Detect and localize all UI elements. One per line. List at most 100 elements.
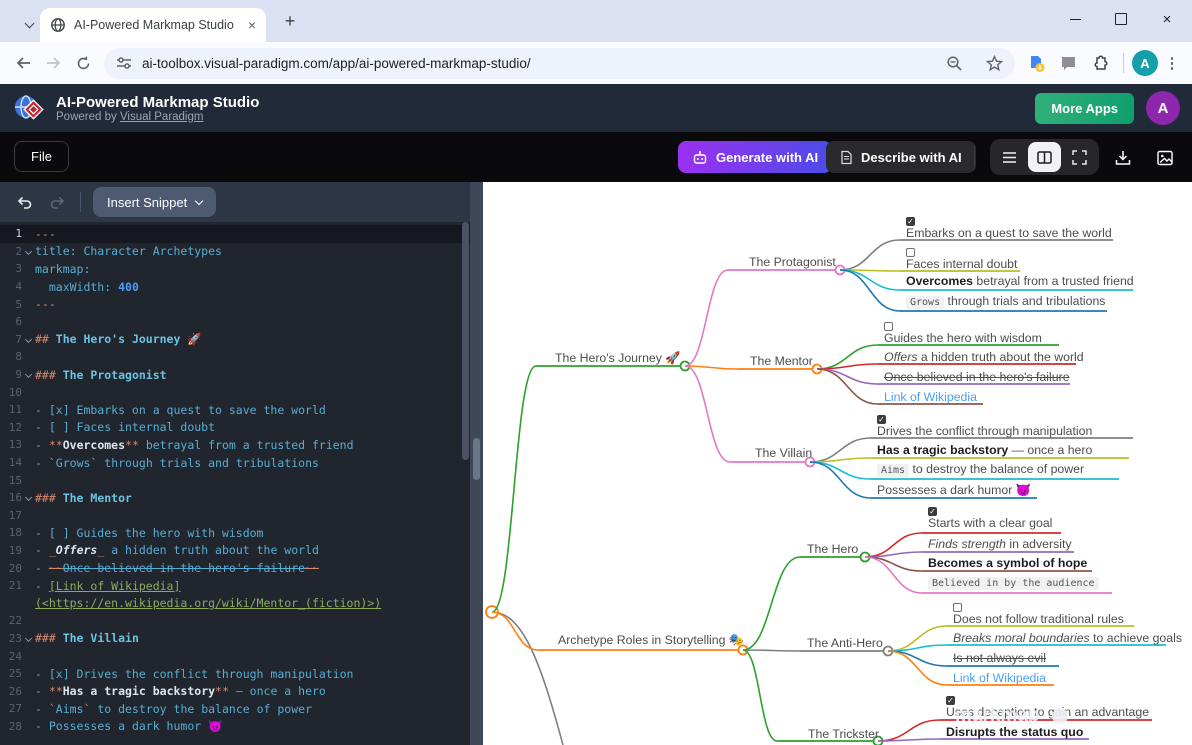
export-image-icon[interactable] [1152, 145, 1178, 171]
editor-line[interactable]: 24 [0, 647, 470, 665]
mindmap-leaf[interactable]: Does not follow traditional rules [953, 612, 1124, 626]
browser-tab[interactable]: AI-Powered Markmap Studio × [40, 8, 266, 42]
browser-menu-icon[interactable]: ⋮ [1160, 54, 1184, 72]
fold-chevron-icon[interactable] [25, 371, 32, 378]
mindmap-leaf[interactable]: Believed in by the audience [928, 575, 1099, 591]
mindmap-leaf[interactable]: Becomes a symbol of hope [928, 556, 1087, 570]
window-close-button[interactable]: × [1144, 0, 1190, 38]
mindmap-leaf[interactable]: Disrupts the status quo [946, 725, 1083, 739]
new-tab-button[interactable]: + [278, 9, 302, 33]
mindmap-canvas[interactable]: The Hero's Journey 🚀 Archetype Roles in S… [483, 182, 1192, 745]
editor-line[interactable]: 19- _Offers_ a hidden truth about the wo… [0, 542, 470, 560]
editor-line[interactable]: 21- [Link of Wikipedia] [0, 577, 470, 595]
mindmap-node-villain[interactable]: The Villain [755, 446, 812, 460]
mindmap-leaf[interactable]: Starts with a clear goal [928, 516, 1052, 530]
fold-chevron-icon[interactable] [25, 635, 32, 642]
back-button[interactable] [8, 48, 38, 78]
mindmap-leaf[interactable]: Offers a hidden truth about the world [884, 350, 1084, 364]
bookmark-star-icon[interactable] [979, 48, 1009, 78]
window-maximize-button[interactable] [1098, 0, 1144, 38]
editor-line[interactable]: 1--- [0, 225, 470, 243]
mindmap-leaf[interactable]: Once believed in the hero's failure [884, 370, 1070, 384]
reload-button[interactable] [68, 48, 98, 78]
mindmap-node-hero[interactable]: The Hero [807, 542, 858, 556]
account-avatar[interactable]: A [1146, 91, 1180, 125]
pane-divider-handle[interactable] [473, 438, 480, 480]
mindmap-node-protagonist[interactable]: The Protagonist [749, 255, 836, 269]
fold-chevron-icon[interactable] [25, 494, 32, 501]
visual-paradigm-link[interactable]: Visual Paradigm [120, 111, 204, 123]
profile-avatar[interactable]: A [1132, 50, 1158, 76]
zoom-icon[interactable] [939, 48, 969, 78]
window-minimize-button[interactable] [1052, 0, 1098, 38]
mindmap-leaf[interactable]: Drives the conflict through manipulation [877, 424, 1092, 438]
site-settings-icon[interactable] [116, 56, 132, 70]
editor-line[interactable]: 23### The Villain [0, 630, 470, 648]
fold-chevron-icon[interactable] [25, 336, 32, 343]
describe-with-ai-button[interactable]: Describe with AI [826, 141, 976, 173]
editor-line[interactable]: 5--- [0, 295, 470, 313]
mindmap-leaf[interactable]: Possesses a dark humor 😈 [877, 483, 1031, 497]
more-apps-button[interactable]: More Apps [1035, 93, 1134, 124]
mindmap-leaf[interactable]: Breaks moral boundaries to achieve goals [953, 631, 1182, 645]
mindmap-leaf[interactable]: Overcomes betrayal from a trusted friend [906, 274, 1134, 288]
mindmap-leaf[interactable]: Is not always evil [953, 651, 1046, 665]
url-bar[interactable]: ai-toolbox.visual-paradigm.com/app/ai-po… [104, 48, 1015, 79]
tab-search-button[interactable] [16, 13, 42, 33]
mindmap-node-trickster[interactable]: The Trickster [808, 727, 879, 741]
editor-view-icon[interactable] [993, 142, 1026, 172]
editor-line[interactable]: 20- ~~Once believed in the hero's failur… [0, 559, 470, 577]
insert-snippet-button[interactable]: Insert Snippet [93, 187, 216, 217]
editor-line[interactable]: 8 [0, 348, 470, 366]
mindmap-leaf[interactable]: Aims to destroy the balance of power [877, 462, 1084, 478]
editor-line[interactable]: 12- [ ] Faces internal doubt [0, 419, 470, 437]
mindmap-node-anti-hero[interactable]: The Anti-Hero [807, 636, 883, 650]
mindmap-leaf[interactable]: Embarks on a quest to save the world [906, 226, 1112, 240]
editor-line[interactable]: 27- `Aims` to destroy the balance of pow… [0, 700, 470, 718]
split-view-icon[interactable] [1028, 142, 1061, 172]
mindmap-leaf[interactable]: Guides the hero with wisdom [884, 331, 1042, 345]
mindmap-node-mentor[interactable]: The Mentor [750, 354, 813, 368]
editor-line[interactable]: 18- [ ] Guides the hero with wisdom [0, 524, 470, 542]
editor-line[interactable]: 15 [0, 471, 470, 489]
tab-close-icon[interactable]: × [248, 18, 256, 32]
mindmap-node-archetype-roles[interactable]: Archetype Roles in Storytelling 🎭 [558, 633, 744, 647]
editor-line[interactable]: 7## The Hero's Journey 🚀 [0, 331, 470, 349]
mindmap-leaf[interactable]: Has a tragic backstory — once a hero [877, 443, 1092, 457]
editor-line[interactable]: 17 [0, 507, 470, 525]
editor-scrollbar[interactable] [462, 222, 469, 460]
fullscreen-view-icon[interactable] [1063, 142, 1096, 172]
editor-line[interactable]: 26- **Has a tragic backstory** — once a … [0, 682, 470, 700]
editor-line[interactable]: 3markmap: [0, 260, 470, 278]
editor-line[interactable]: 13- **Overcomes** betrayal from a truste… [0, 436, 470, 454]
undo-icon[interactable] [16, 194, 34, 210]
download-icon[interactable] [1110, 145, 1136, 171]
markdown-editor[interactable]: 1---2title: Character Archetypes3markmap… [0, 222, 470, 745]
editor-line[interactable]: 2title: Character Archetypes [0, 243, 470, 261]
generate-with-ai-button[interactable]: Generate with AI [678, 141, 832, 173]
editor-line[interactable]: 11- [x] Embarks on a quest to save the w… [0, 401, 470, 419]
redo-icon[interactable] [48, 194, 66, 210]
mindmap-leaf[interactable]: Link of Wikipedia [884, 390, 977, 404]
forward-button[interactable] [38, 48, 68, 78]
mindmap-leaf[interactable]: Uses deception to gain an advantage [946, 705, 1149, 719]
mindmap-leaf[interactable]: Link of Wikipedia [953, 671, 1046, 685]
editor-line[interactable]: 9### The Protagonist [0, 366, 470, 384]
download-extension-icon[interactable] [1021, 48, 1051, 78]
file-menu-button[interactable]: File [14, 141, 69, 172]
editor-line[interactable]: 10 [0, 383, 470, 401]
editor-line[interactable]: 25- [x] Drives the conflict through mani… [0, 665, 470, 683]
mindmap-leaf[interactable]: Grows through trials and tribulations [906, 294, 1105, 310]
editor-line[interactable]: 28- Possesses a dark humor 😈 [0, 718, 470, 736]
editor-line[interactable]: 6 [0, 313, 470, 331]
mindmap-leaf[interactable]: Faces internal doubt [906, 257, 1017, 271]
comment-extension-icon[interactable] [1053, 48, 1083, 78]
editor-line[interactable]: 4 maxWidth: 400 [0, 278, 470, 296]
fold-chevron-icon[interactable] [25, 248, 32, 255]
editor-line[interactable]: (<https://en.wikipedia.org/wiki/Mentor_(… [0, 594, 470, 612]
mindmap-node-heros-journey[interactable]: The Hero's Journey 🚀 [555, 351, 681, 365]
editor-line[interactable]: 14- `Grows` through trials and tribulati… [0, 454, 470, 472]
editor-line[interactable]: 16### The Mentor [0, 489, 470, 507]
url-text[interactable]: ai-toolbox.visual-paradigm.com/app/ai-po… [142, 56, 929, 71]
editor-line[interactable]: 22 [0, 612, 470, 630]
